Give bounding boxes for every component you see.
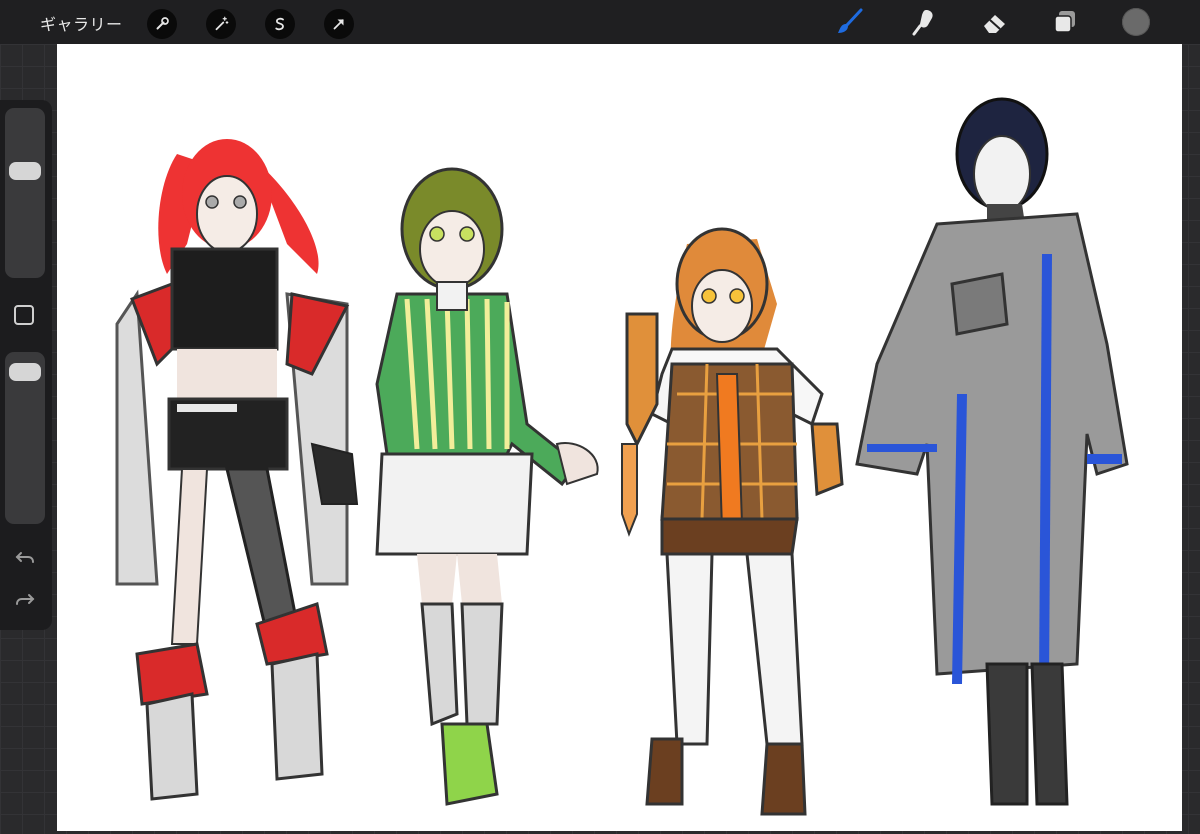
gallery-button[interactable]: ギャラリー [40,11,123,35]
character-green-blazer [375,167,599,806]
modify-button[interactable] [14,305,34,325]
magic-wand-icon[interactable] [206,9,236,39]
left-sidebar [0,100,52,630]
brush-icon[interactable] [835,7,865,37]
character-artwork [115,97,1129,816]
brush-size-slider[interactable] [5,108,45,278]
transform-arrow-icon[interactable] [324,9,354,39]
opacity-knob[interactable] [9,363,41,382]
smudge-icon[interactable] [908,7,938,37]
layers-icon[interactable] [1050,7,1080,37]
top-toolbar: ギャラリー [0,0,1200,44]
character-red-twintails [115,139,359,801]
wrench-icon[interactable] [147,9,177,39]
eraser-icon[interactable] [980,7,1010,37]
drawing-canvas[interactable] [57,44,1182,831]
undo-icon[interactable] [13,546,37,570]
opacity-slider[interactable] [5,352,45,524]
character-grey-coat [855,97,1129,806]
character-orange-vest [621,227,844,816]
brush-size-knob[interactable] [9,162,41,181]
redo-icon[interactable] [13,588,37,612]
selection-s-icon[interactable] [265,9,295,39]
color-picker-button[interactable] [1122,8,1150,36]
